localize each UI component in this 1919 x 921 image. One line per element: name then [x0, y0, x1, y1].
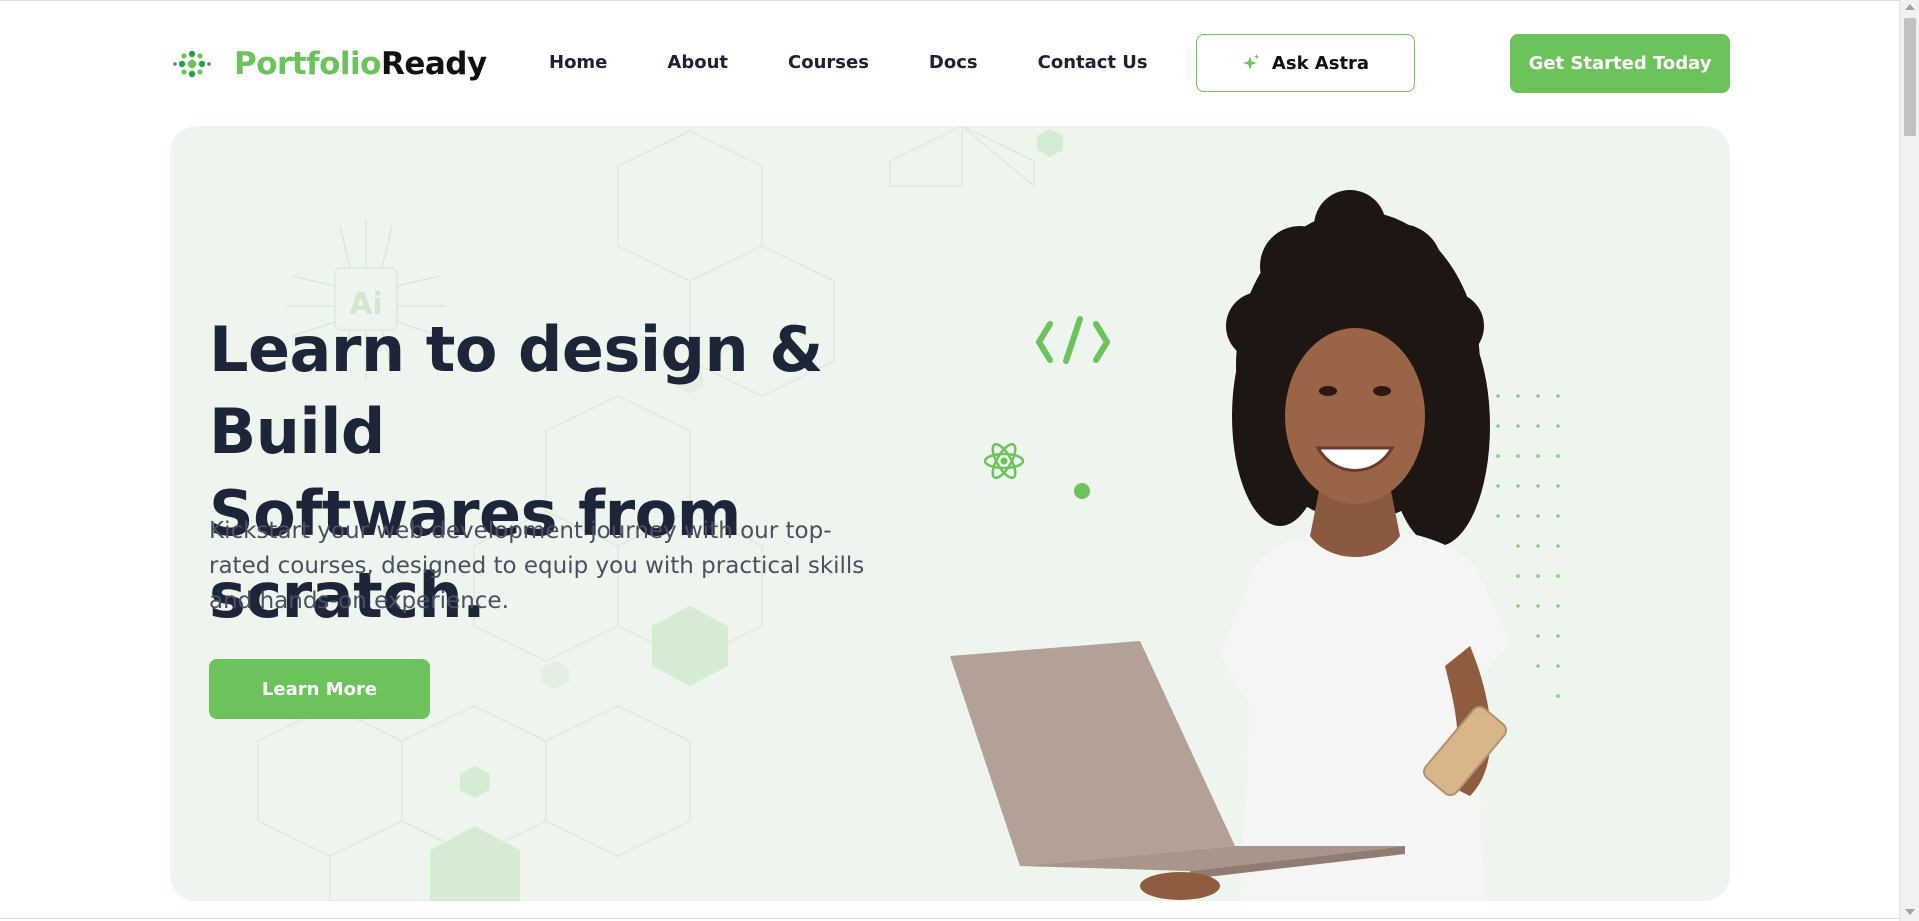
- nav-item-docs[interactable]: Docs: [929, 52, 978, 73]
- learn-more-button[interactable]: Learn More: [209, 659, 430, 719]
- hero-subtitle: Kickstart your web development journey w…: [209, 518, 865, 614]
- brand-name-part1: Portfolio: [234, 46, 381, 82]
- nav-item-about[interactable]: About: [667, 52, 728, 73]
- sparkle-icon: [1242, 54, 1260, 70]
- hero-title-line1: Learn to design & Build: [209, 313, 823, 468]
- page-scrollbar[interactable]: [1899, 0, 1919, 921]
- nav-item-courses[interactable]: Courses: [788, 52, 869, 73]
- scroll-thumb[interactable]: [1904, 18, 1916, 136]
- nav-item-contact[interactable]: Contact Us: [1038, 52, 1148, 73]
- ask-astra-label: Ask Astra: [1271, 52, 1370, 74]
- ask-astra-button[interactable]: Ask Astra: [1196, 34, 1415, 92]
- brand-logo[interactable]: PortfolioReady: [172, 44, 487, 84]
- scroll-up-icon[interactable]: [1905, 4, 1915, 10]
- nav-item-home[interactable]: Home: [549, 52, 607, 73]
- code-icon: [1036, 316, 1110, 364]
- brand-name: PortfolioReady: [234, 46, 487, 82]
- get-started-button[interactable]: Get Started Today: [1510, 34, 1730, 93]
- dot-decoration: [1074, 483, 1090, 499]
- scroll-down-icon[interactable]: [1905, 909, 1915, 915]
- main-nav: Home About Courses Docs Contact Us: [549, 52, 1148, 73]
- hero-section: Ai Learn to design & Build Softwares fro…: [170, 126, 1730, 901]
- person-face: [1285, 328, 1425, 504]
- atom-icon: [983, 442, 1025, 480]
- hero-illustration: [950, 190, 1560, 901]
- dots-logo-icon: [173, 50, 211, 78]
- brand-name-part2: Ready: [380, 46, 487, 82]
